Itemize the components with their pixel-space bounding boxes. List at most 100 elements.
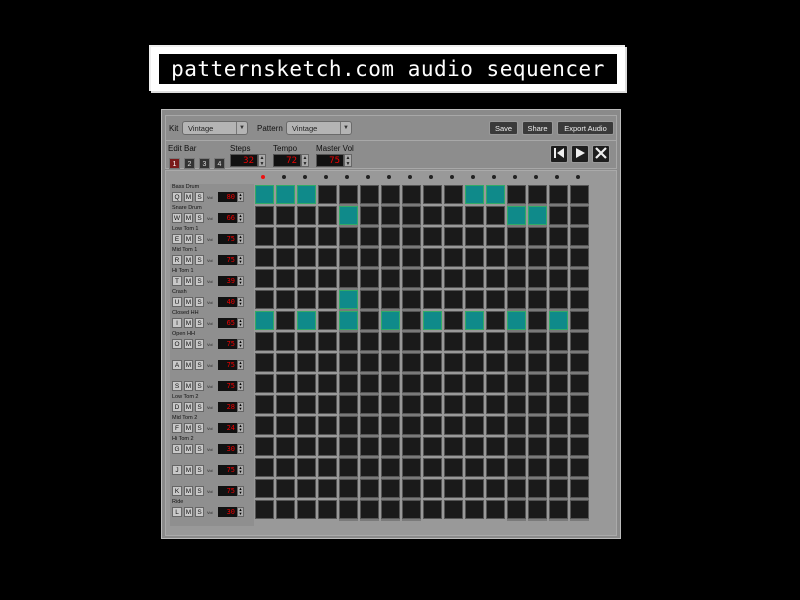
step-cell[interactable] bbox=[444, 353, 463, 372]
step-cell[interactable] bbox=[465, 332, 484, 351]
step-cell[interactable] bbox=[255, 437, 274, 456]
step-cell[interactable] bbox=[528, 353, 547, 372]
step-cell[interactable] bbox=[549, 206, 568, 225]
step-cell[interactable] bbox=[360, 353, 379, 372]
step-cell[interactable] bbox=[570, 479, 589, 498]
step-cell[interactable] bbox=[339, 185, 358, 204]
step-cell[interactable] bbox=[444, 185, 463, 204]
step-cell[interactable] bbox=[297, 374, 316, 393]
step-cell[interactable] bbox=[360, 479, 379, 498]
step-cell[interactable] bbox=[255, 227, 274, 246]
mute-button[interactable]: M bbox=[184, 402, 193, 412]
track-key-button[interactable]: I bbox=[172, 318, 182, 328]
step-cell[interactable] bbox=[444, 437, 463, 456]
step-cell[interactable] bbox=[423, 269, 442, 288]
step-cell[interactable] bbox=[360, 227, 379, 246]
track-volume-stepper[interactable]: ▲ ▼ bbox=[237, 465, 244, 475]
step-cell[interactable] bbox=[549, 500, 568, 519]
step-cell[interactable] bbox=[255, 269, 274, 288]
step-cell[interactable] bbox=[318, 395, 337, 414]
step-cell[interactable] bbox=[444, 374, 463, 393]
step-cell[interactable] bbox=[465, 500, 484, 519]
step-cell[interactable] bbox=[297, 227, 316, 246]
mute-button[interactable]: M bbox=[184, 381, 193, 391]
step-cell[interactable] bbox=[549, 290, 568, 309]
step-cell[interactable] bbox=[423, 311, 442, 330]
step-cell[interactable] bbox=[528, 227, 547, 246]
step-cell[interactable] bbox=[318, 206, 337, 225]
step-cell[interactable] bbox=[402, 458, 421, 477]
step-cell[interactable] bbox=[528, 269, 547, 288]
step-cell[interactable] bbox=[528, 479, 547, 498]
step-cell[interactable] bbox=[423, 437, 442, 456]
step-cell[interactable] bbox=[297, 500, 316, 519]
step-cell[interactable] bbox=[444, 395, 463, 414]
step-cell[interactable] bbox=[465, 479, 484, 498]
step-cell[interactable] bbox=[276, 500, 295, 519]
step-cell[interactable] bbox=[276, 458, 295, 477]
step-cell[interactable] bbox=[276, 206, 295, 225]
track-volume-stepper[interactable]: ▲ ▼ bbox=[237, 444, 244, 454]
track-key-button[interactable]: E bbox=[172, 234, 182, 244]
step-cell[interactable] bbox=[570, 248, 589, 267]
step-cell[interactable] bbox=[276, 395, 295, 414]
step-cell[interactable] bbox=[486, 395, 505, 414]
step-cell[interactable] bbox=[507, 311, 526, 330]
step-cell[interactable] bbox=[486, 458, 505, 477]
solo-button[interactable]: S bbox=[195, 255, 204, 265]
track-key-button[interactable]: A bbox=[172, 360, 182, 370]
step-cell[interactable] bbox=[318, 332, 337, 351]
step-cell[interactable] bbox=[528, 332, 547, 351]
step-cell[interactable] bbox=[381, 311, 400, 330]
step-cell[interactable] bbox=[255, 185, 274, 204]
step-cell[interactable] bbox=[339, 500, 358, 519]
step-cell[interactable] bbox=[444, 311, 463, 330]
mute-button[interactable]: M bbox=[184, 507, 193, 517]
step-cell[interactable] bbox=[297, 416, 316, 435]
solo-button[interactable]: S bbox=[195, 276, 204, 286]
step-cell[interactable] bbox=[486, 248, 505, 267]
step-cell[interactable] bbox=[360, 374, 379, 393]
mute-button[interactable]: M bbox=[184, 465, 193, 475]
track-key-button[interactable]: G bbox=[172, 444, 182, 454]
track-key-button[interactable]: D bbox=[172, 402, 182, 412]
step-cell[interactable] bbox=[276, 479, 295, 498]
step-cell[interactable] bbox=[423, 458, 442, 477]
step-cell[interactable] bbox=[318, 479, 337, 498]
step-cell[interactable] bbox=[507, 374, 526, 393]
step-cell[interactable] bbox=[381, 374, 400, 393]
step-cell[interactable] bbox=[570, 227, 589, 246]
step-cell[interactable] bbox=[507, 206, 526, 225]
tempo-stepper[interactable]: ▲ ▼ bbox=[301, 154, 309, 167]
step-cell[interactable] bbox=[402, 353, 421, 372]
step-cell[interactable] bbox=[339, 269, 358, 288]
mute-button[interactable]: M bbox=[184, 276, 193, 286]
step-cell[interactable] bbox=[318, 500, 337, 519]
step-cell[interactable] bbox=[444, 227, 463, 246]
step-cell[interactable] bbox=[507, 269, 526, 288]
step-cell[interactable] bbox=[360, 206, 379, 225]
step-cell[interactable] bbox=[339, 395, 358, 414]
step-cell[interactable] bbox=[507, 437, 526, 456]
step-cell[interactable] bbox=[465, 290, 484, 309]
solo-button[interactable]: S bbox=[195, 360, 204, 370]
master-vol-stepper[interactable]: ▲ ▼ bbox=[344, 154, 352, 167]
step-cell[interactable] bbox=[276, 227, 295, 246]
step-cell[interactable] bbox=[381, 437, 400, 456]
track-volume-stepper[interactable]: ▲ ▼ bbox=[237, 360, 244, 370]
track-volume-stepper[interactable]: ▲ ▼ bbox=[237, 234, 244, 244]
step-cell[interactable] bbox=[381, 206, 400, 225]
mute-button[interactable]: M bbox=[184, 297, 193, 307]
step-cell[interactable] bbox=[318, 416, 337, 435]
track-key-button[interactable]: W bbox=[172, 213, 182, 223]
step-cell[interactable] bbox=[549, 374, 568, 393]
step-cell[interactable] bbox=[549, 332, 568, 351]
step-cell[interactable] bbox=[549, 311, 568, 330]
step-cell[interactable] bbox=[255, 500, 274, 519]
mute-button[interactable]: M bbox=[184, 360, 193, 370]
step-cell[interactable] bbox=[255, 248, 274, 267]
mute-button[interactable]: M bbox=[184, 255, 193, 265]
step-cell[interactable] bbox=[360, 458, 379, 477]
step-cell[interactable] bbox=[402, 500, 421, 519]
kit-select[interactable]: Vintage ▼ bbox=[182, 121, 248, 135]
